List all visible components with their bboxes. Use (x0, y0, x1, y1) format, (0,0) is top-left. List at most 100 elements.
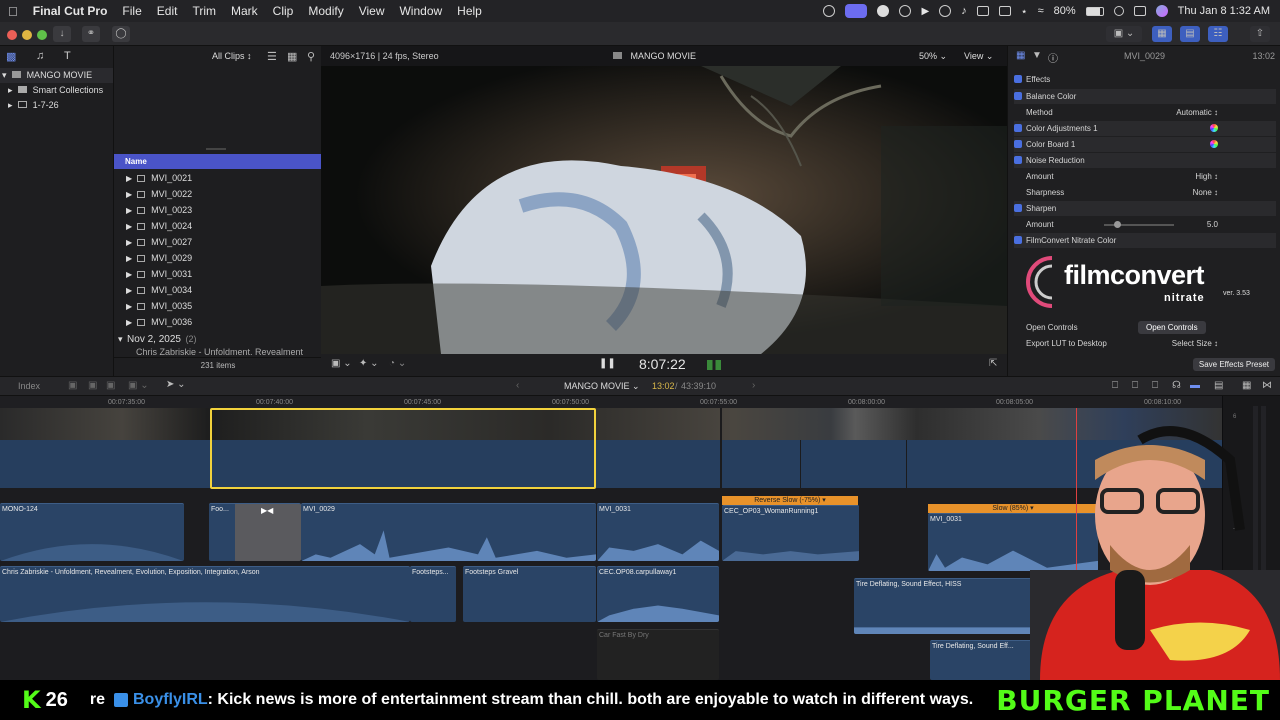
all-clips-filter[interactable]: All Clips ↕ (212, 51, 252, 61)
keyword-button[interactable]: ⚭ (82, 26, 100, 42)
browser-clip-row[interactable]: ▶ MVI_0034 (114, 282, 322, 298)
menu-mark[interactable]: Mark (231, 4, 258, 18)
checkbox-icon[interactable] (1014, 74, 1022, 83)
library-item-mango-movie[interactable]: ▾ MANGO MOVIE (0, 68, 113, 83)
browser-clip-row[interactable]: ▶ MVI_0024 (114, 218, 322, 234)
bluetooth-icon[interactable]: ⋆ (1021, 5, 1028, 18)
inspector-row-value[interactable]: High ↕ (1195, 169, 1218, 184)
browser-clip-row[interactable]: ▶ MVI_0036 (114, 314, 322, 330)
fullscreen-icon[interactable]: ⇱ (989, 358, 997, 369)
audio-clip-foo[interactable]: Foo... ▶◀ (209, 503, 301, 561)
checkbox-icon[interactable] (1014, 155, 1022, 164)
select-size-menu[interactable]: Select Size ↕ (1172, 336, 1218, 351)
clock-icon[interactable] (939, 5, 952, 17)
show-browser-button[interactable]: ▦ (1152, 26, 1172, 42)
save-effects-preset-button[interactable]: Save Effects Preset (1192, 358, 1275, 371)
volume-icon[interactable]: ♪ (961, 5, 967, 17)
apple-icon[interactable]:  (8, 4, 18, 19)
inspector-row[interactable]: Color Board 1 (1014, 137, 1276, 152)
enhance-tool-icon[interactable]: ✦ ⌄ (359, 358, 379, 369)
app-menu[interactable]: Final Cut Pro (33, 4, 108, 18)
inspector-row[interactable]: Sharpen (1014, 201, 1276, 216)
checkbox-icon[interactable] (1014, 123, 1022, 132)
screen-record-icon[interactable] (823, 5, 836, 17)
clip-appearance-icon[interactable]: ▤ (1214, 380, 1223, 391)
color-swatch-icon[interactable] (1210, 140, 1218, 148)
disclosure-closed-icon[interactable]: ▶ (126, 174, 132, 183)
inspector-row-value[interactable]: 5.0 (1207, 217, 1218, 232)
inspector-row-value[interactable]: Automatic ↕ (1176, 105, 1218, 120)
browser-clip-row[interactable]: ▶ MVI_0035 (114, 298, 322, 314)
share-button[interactable]: ⇧ (1250, 26, 1270, 42)
trim-handle-icon[interactable]: ▶◀ (261, 506, 273, 515)
stage-manager-icon[interactable] (845, 4, 868, 18)
disclosure-closed-icon[interactable]: ▶ (126, 238, 132, 247)
speed-tool-icon[interactable]: ◔ ⌄ (389, 358, 406, 369)
menu-clip[interactable]: Clip (273, 4, 294, 18)
view-menu[interactable]: View ⌄ (964, 51, 993, 62)
workspace-button[interactable]: ▣ ⌄ (1106, 26, 1142, 42)
retime-badge-reverse[interactable]: Reverse Slow (-75%) ▾ (722, 496, 858, 505)
menu-help[interactable]: Help (457, 4, 482, 18)
checkbox-icon[interactable] (1014, 139, 1022, 148)
play-icon[interactable]: ▶ (921, 6, 929, 17)
disclosure-closed-icon[interactable]: ▶ (126, 222, 132, 231)
zoom-window-button[interactable] (37, 30, 47, 40)
snapping-icon[interactable]: ▬ (1190, 380, 1200, 391)
inspector-row[interactable]: Amount High ↕ (1014, 169, 1276, 184)
timeline-project-name[interactable]: MANGO MOVIE ⌄ (564, 381, 640, 392)
show-inspector-button[interactable]: ☷ (1208, 26, 1228, 42)
disclosure-open-icon[interactable]: ▾ (2, 70, 7, 80)
inspector-row[interactable]: Noise Reduction (1014, 153, 1276, 168)
photos-audio-tab-icon[interactable]: ♫ (36, 50, 44, 62)
disclosure-closed-icon[interactable]: ▶ (126, 270, 132, 279)
audio-clip-car-fast[interactable]: Car Fast By Dry (597, 629, 719, 680)
index-button[interactable]: Index (18, 381, 40, 391)
audio-clip-mvi0029[interactable]: MVI_0029 (301, 503, 596, 561)
color-inspector-tab-icon[interactable]: ▼ (1032, 50, 1042, 61)
menu-edit[interactable]: Edit (157, 4, 178, 18)
disclosure-closed-icon[interactable]: ▶ (126, 206, 132, 215)
audio-clip-carpullaway[interactable]: CEC.OP08.carpullaway1 (597, 566, 719, 622)
menu-view[interactable]: View (359, 4, 385, 18)
inspector-row[interactable]: Balance Color (1014, 89, 1276, 104)
effects-browser-icon[interactable]: ▦ (1242, 380, 1251, 391)
wifi-icon[interactable]: ≈ (1038, 5, 1044, 17)
checkbox-icon[interactable] (1014, 203, 1022, 212)
video-inspector-tab-icon[interactable]: ▦ (1016, 50, 1025, 61)
focus-icon[interactable] (877, 5, 890, 17)
browser-clip-row[interactable]: ▶ MVI_0031 (114, 266, 322, 282)
inspector-row[interactable]: Sharpness None ↕ (1014, 185, 1276, 200)
insert-clip-icon[interactable]: ▣ (88, 380, 97, 391)
filmstrip-view-icon[interactable]: ▦ (287, 50, 297, 63)
browser-clip-row[interactable]: ▶ MVI_0029 (114, 250, 322, 266)
inspector-row[interactable]: Color Adjustments 1 (1014, 121, 1276, 136)
display-icon[interactable] (976, 6, 989, 16)
siri-icon[interactable] (1155, 5, 1168, 17)
open-controls-button[interactable]: Open Controls (1138, 321, 1206, 334)
effects-section-header[interactable]: Effects (1014, 72, 1276, 87)
audio-clip-footsteps-1[interactable]: Footsteps... (410, 566, 456, 622)
battery-icon[interactable] (1085, 6, 1104, 16)
disclosure-closed-icon[interactable]: ▶ (126, 190, 132, 199)
libraries-tab-icon[interactable]: ▩ (6, 50, 16, 63)
audio-clip-tire-1[interactable]: Tire Deflating, Sound Effect, HISS (854, 578, 1054, 634)
history-forward-icon[interactable]: › (752, 380, 755, 391)
disclosure-closed-icon[interactable]: ▶ (126, 302, 132, 311)
checkbox-icon[interactable] (1014, 91, 1022, 100)
library-item-smart-collections[interactable]: ▸ Smart Collections (0, 83, 113, 98)
audio-skimming-icon[interactable]: ⎕ (1132, 380, 1138, 391)
disclosure-open-icon[interactable]: ▾ (118, 334, 123, 344)
skimming-icon[interactable]: ⎕ (1112, 380, 1118, 391)
disclosure-closed-icon[interactable]: ▸ (8, 85, 13, 95)
monitor-icon[interactable] (998, 6, 1011, 16)
library-item-event[interactable]: ▸ 1-7-26 (0, 98, 113, 113)
pause-button[interactable]: ❚❚ (599, 358, 616, 369)
inspector-row-value[interactable]: None ↕ (1193, 185, 1218, 200)
menu-modify[interactable]: Modify (308, 4, 343, 18)
browser-clip-row[interactable]: ▶ MVI_0023 (114, 202, 322, 218)
disclosure-closed-icon[interactable]: ▶ (126, 286, 132, 295)
zoom-menu[interactable]: 50% ⌄ (919, 51, 947, 62)
headphones-icon[interactable]: ☊ (1172, 380, 1181, 391)
transform-tool-icon[interactable]: ▣ ⌄ (331, 358, 352, 369)
